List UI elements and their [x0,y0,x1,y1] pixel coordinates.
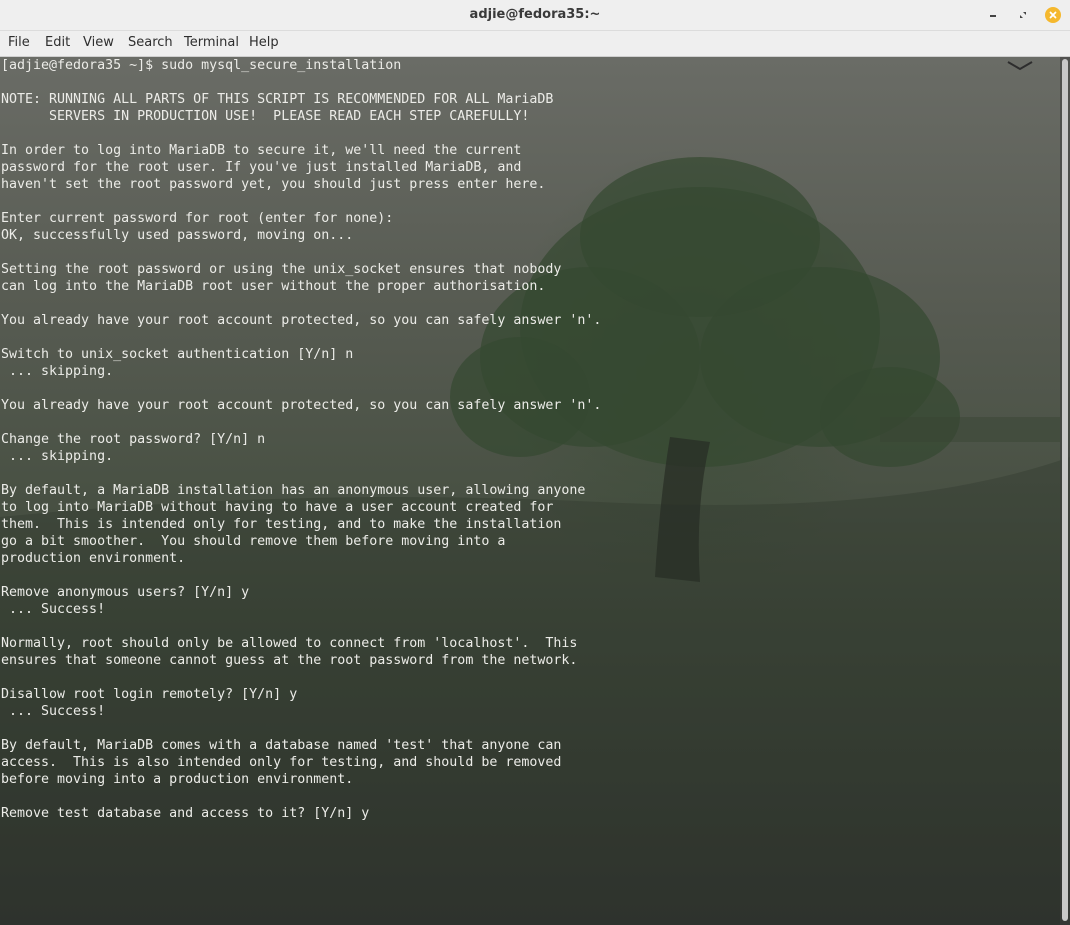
terminal-line: ... Success! [1,602,106,617]
terminal-line: Setting the root password or using the u… [1,262,562,277]
terminal-line: Switch to unix_socket authentication [Y/… [1,347,354,362]
scrollbar[interactable] [1060,57,1070,925]
terminal-area[interactable]: [adjie@fedora35 ~]$ sudo mysql_secure_in… [0,57,1070,925]
menu-bar: File Edit View Search Terminal Help [0,31,1070,57]
terminal-line: By default, a MariaDB installation has a… [1,483,586,498]
menu-terminal[interactable]: Terminal [184,31,239,56]
terminal-line: ... Success! [1,704,106,719]
terminal-line: to log into MariaDB without having to ha… [1,500,554,515]
close-button[interactable] [1043,5,1063,25]
menu-edit[interactable]: Edit [45,31,70,56]
terminal-line: can log into the MariaDB root user witho… [1,279,546,294]
terminal-line: NOTE: RUNNING ALL PARTS OF THIS SCRIPT I… [1,92,554,107]
terminal-line: before moving into a production environm… [1,772,354,787]
close-icon [1049,11,1057,19]
menu-file[interactable]: File [8,31,30,56]
menu-search[interactable]: Search [128,31,173,56]
terminal-line: You already have your root account prote… [1,398,602,413]
terminal-line: go a bit smoother. You should remove the… [1,534,506,549]
terminal-line: OK, successfully used password, moving o… [1,228,354,243]
terminal-line: production environment. [1,551,186,566]
terminal-line: Remove test database and access to it? [… [1,806,370,821]
terminal-line: Enter current password for root (enter f… [1,211,394,226]
minimize-icon [990,15,996,17]
terminal-line: password for the root user. If you've ju… [1,160,522,175]
terminal-line: Disallow root login remotely? [Y/n] y [1,687,298,702]
terminal-window: adjie@fedora35:~ File Edit View Search T… [0,0,1070,925]
terminal-line: them. This is intended only for testing,… [1,517,562,532]
scrollbar-thumb[interactable] [1062,59,1068,921]
menu-help[interactable]: Help [249,31,279,56]
window-title: adjie@fedora35:~ [469,7,601,22]
maximize-button[interactable] [1013,5,1033,25]
title-bar[interactable]: adjie@fedora35:~ [0,0,1070,31]
minimize-button[interactable] [983,5,1003,25]
terminal-line: ... skipping. [1,449,114,464]
terminal-line: Normally, root should only be allowed to… [1,636,578,651]
terminal-line: Change the root password? [Y/n] n [1,432,266,447]
terminal-output: [adjie@fedora35 ~]$ sudo mysql_secure_in… [1,57,601,822]
terminal-line: haven't set the root password yet, you s… [1,177,546,192]
menu-view[interactable]: View [83,31,114,56]
terminal-line: In order to log into MariaDB to secure i… [1,143,522,158]
terminal-line: ensures that someone cannot guess at the… [1,653,578,668]
terminal-line: You already have your root account prote… [1,313,602,328]
maximize-icon [1020,12,1026,18]
terminal-line: ... skipping. [1,364,114,379]
terminal-line: Remove anonymous users? [Y/n] y [1,585,250,600]
terminal-line: By default, MariaDB comes with a databas… [1,738,562,753]
terminal-line: access. This is also intended only for t… [1,755,562,770]
terminal-line: [adjie@fedora35 ~]$ sudo mysql_secure_in… [1,58,402,73]
terminal-line: SERVERS IN PRODUCTION USE! PLEASE READ E… [1,109,530,124]
